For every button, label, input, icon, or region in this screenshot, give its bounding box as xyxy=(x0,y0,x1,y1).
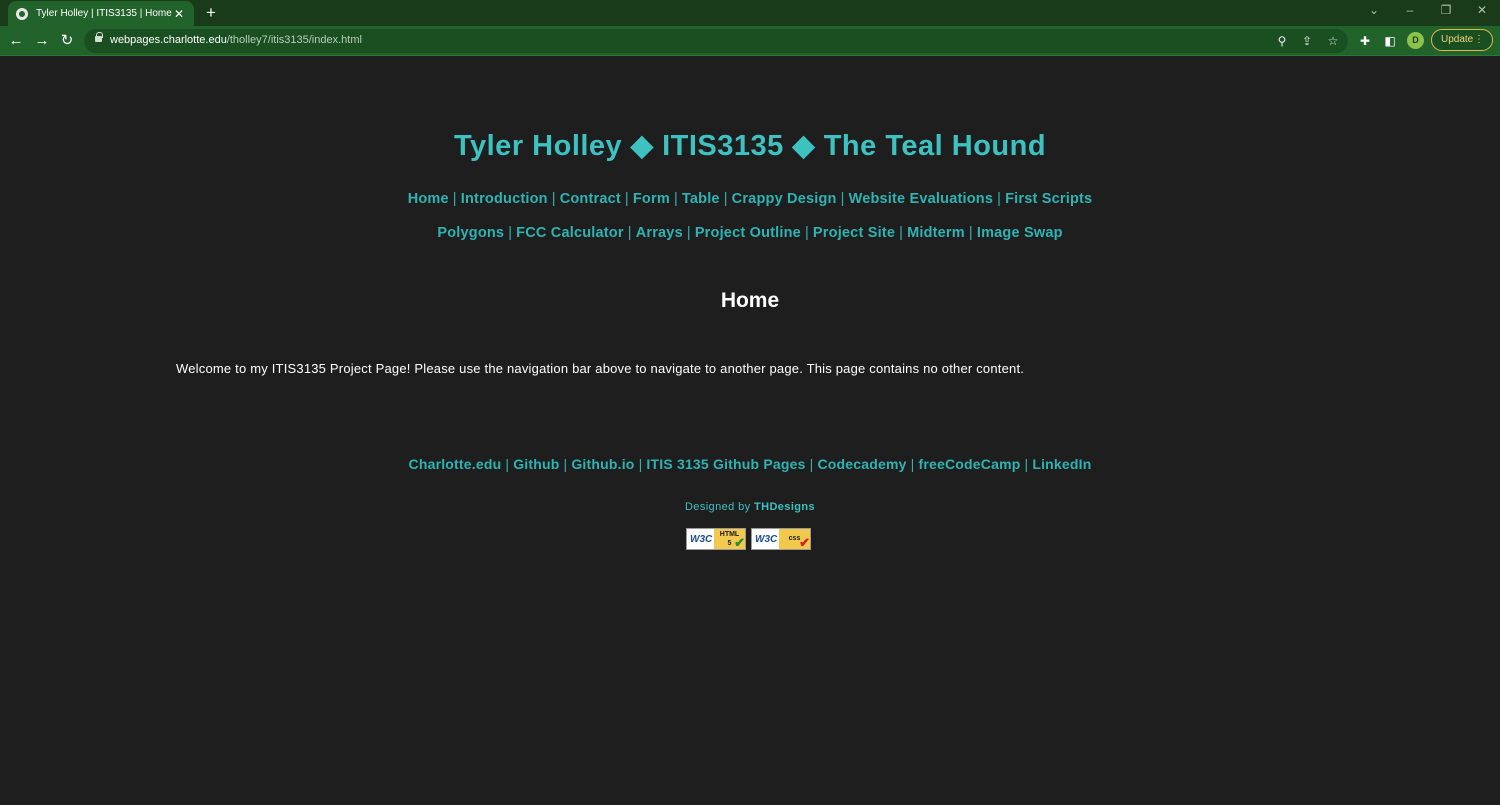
back-button[interactable]: ← xyxy=(6,31,26,51)
nav-link-crappy-design[interactable]: Crappy Design xyxy=(732,191,837,207)
extensions-icon[interactable]: ✚ xyxy=(1357,33,1373,49)
close-window-button[interactable]: ✕ xyxy=(1474,3,1490,17)
link-separator: | xyxy=(804,225,809,241)
w3c-html5-badge[interactable]: W3C HTML 5 ✔ xyxy=(686,528,746,550)
nav-link-midterm[interactable]: Midterm xyxy=(907,225,965,241)
welcome-text: Welcome to my ITIS3135 Project Page! Ple… xyxy=(176,361,1025,376)
link-separator: | xyxy=(968,225,973,241)
link-separator: | xyxy=(686,225,691,241)
update-button[interactable]: Update ⋮ xyxy=(1431,29,1493,51)
tab-title: Tyler Holley | ITIS3135 | Home xyxy=(36,8,172,19)
new-tab-button[interactable]: + xyxy=(203,4,219,21)
nav-link-image-swap[interactable]: Image Swap xyxy=(977,225,1063,241)
link-separator: | xyxy=(840,191,845,207)
restore-button[interactable]: ❐ xyxy=(1438,3,1454,17)
link-separator: | xyxy=(505,456,510,472)
page-body: Tyler Holley ◆ ITIS3135 ◆ The Teal Hound… xyxy=(0,56,1500,805)
minimize-button[interactable]: – xyxy=(1402,3,1418,17)
designed-prefix: Designed by xyxy=(684,501,751,513)
nav-link-first-scripts[interactable]: First Scripts xyxy=(1005,191,1092,207)
nav-link-introduction[interactable]: Introduction xyxy=(461,191,548,207)
footer-links: Charlotte.edu | Github | Github.io | ITIS 3135… xyxy=(0,456,1500,472)
link-separator: | xyxy=(1024,456,1029,472)
nav-link-charlotte-edu[interactable]: Charlotte.edu xyxy=(409,456,502,472)
page-heading: Home xyxy=(720,289,780,312)
w3c-css-badge[interactable]: W3C css ✔ xyxy=(751,528,811,550)
designed-by: Designed by THDesigns xyxy=(0,501,1500,513)
nav-link-polygons[interactable]: Polygons xyxy=(437,225,504,241)
link-separator: | xyxy=(452,191,457,207)
reload-button[interactable]: ↻ xyxy=(57,31,77,51)
nav-link-table[interactable]: Table xyxy=(682,191,720,207)
nav-link-project-outline[interactable]: Project Outline xyxy=(695,225,801,241)
link-separator: | xyxy=(673,191,678,207)
nav-bar-row-1: Home | Introduction | Contract | Form | Table | Cr… xyxy=(0,191,1500,207)
side-panel-icon[interactable]: ◧ xyxy=(1382,33,1398,49)
nav-link-codecademy[interactable]: Codecademy xyxy=(817,456,906,472)
tab-search-icon[interactable]: ⌄ xyxy=(1366,3,1382,17)
share-icon[interactable]: ⇪ xyxy=(1299,33,1315,49)
nav-link-contract[interactable]: Contract xyxy=(560,191,621,207)
browser-chrome: Tyler Holley | ITIS3135 | Home ✕ + ⌄ – ❐… xyxy=(0,0,1500,56)
link-separator: | xyxy=(627,225,632,241)
site-title: Tyler Holley ◆ ITIS3135 ◆ The Teal Hound xyxy=(453,130,1047,162)
forward-button[interactable]: → xyxy=(32,31,52,51)
designer-brand[interactable]: THDesigns xyxy=(754,501,815,513)
link-separator: | xyxy=(723,191,728,207)
nav-link-github-io[interactable]: Github.io xyxy=(571,456,634,472)
nav-link-freecodecamp[interactable]: freeCodeCamp xyxy=(918,456,1020,472)
link-separator: | xyxy=(899,225,904,241)
link-separator: | xyxy=(624,191,629,207)
zoom-icon[interactable]: ⚲ xyxy=(1274,33,1290,49)
close-tab-icon[interactable]: ✕ xyxy=(172,7,186,21)
nav-link-github[interactable]: Github xyxy=(513,456,559,472)
bookmark-star-icon[interactable]: ☆ xyxy=(1325,33,1341,49)
link-separator: | xyxy=(910,456,915,472)
nav-link-itis-3135-github-pages[interactable]: ITIS 3135 Github Pages xyxy=(646,456,805,472)
nav-link-fcc-calculator[interactable]: FCC Calculator xyxy=(516,225,624,241)
more-menu-icon: ⋮ xyxy=(1474,34,1484,45)
browser-tab[interactable]: Tyler Holley | ITIS3135 | Home ✕ xyxy=(8,1,194,26)
nav-link-linkedin[interactable]: LinkedIn xyxy=(1032,456,1091,472)
globe-icon xyxy=(16,7,28,20)
link-separator: | xyxy=(638,456,643,472)
checkmark-icon: ✔ xyxy=(799,535,810,550)
checkmark-icon: ✔ xyxy=(734,535,745,550)
link-separator: | xyxy=(563,456,568,472)
link-separator: | xyxy=(508,225,513,241)
browser-toolbar: ← → ↻ webpages.charlotte.edu/tholley7/it… xyxy=(0,26,1500,56)
tab-strip: Tyler Holley | ITIS3135 | Home ✕ + ⌄ – ❐… xyxy=(0,0,1500,26)
link-separator: | xyxy=(809,456,814,472)
link-separator: | xyxy=(551,191,556,207)
link-separator: | xyxy=(997,191,1002,207)
nav-link-form[interactable]: Form xyxy=(633,191,670,207)
nav-bar-row-2: Polygons | FCC Calculator | Arrays | Project O… xyxy=(0,225,1500,241)
validator-badges: W3C HTML 5 ✔ W3C css ✔ xyxy=(686,528,811,550)
url-text[interactable]: webpages.charlotte.edu/tholley7/itis3135… xyxy=(110,34,362,46)
profile-avatar[interactable]: D xyxy=(1407,32,1424,49)
nav-link-website-evaluations[interactable]: Website Evaluations xyxy=(849,191,994,207)
nav-link-project-site[interactable]: Project Site xyxy=(813,225,895,241)
nav-link-arrays[interactable]: Arrays xyxy=(636,225,683,241)
nav-link-home[interactable]: Home xyxy=(408,191,449,207)
lock-icon[interactable] xyxy=(95,32,103,42)
address-bar[interactable]: webpages.charlotte.edu/tholley7/itis3135… xyxy=(84,29,1348,53)
